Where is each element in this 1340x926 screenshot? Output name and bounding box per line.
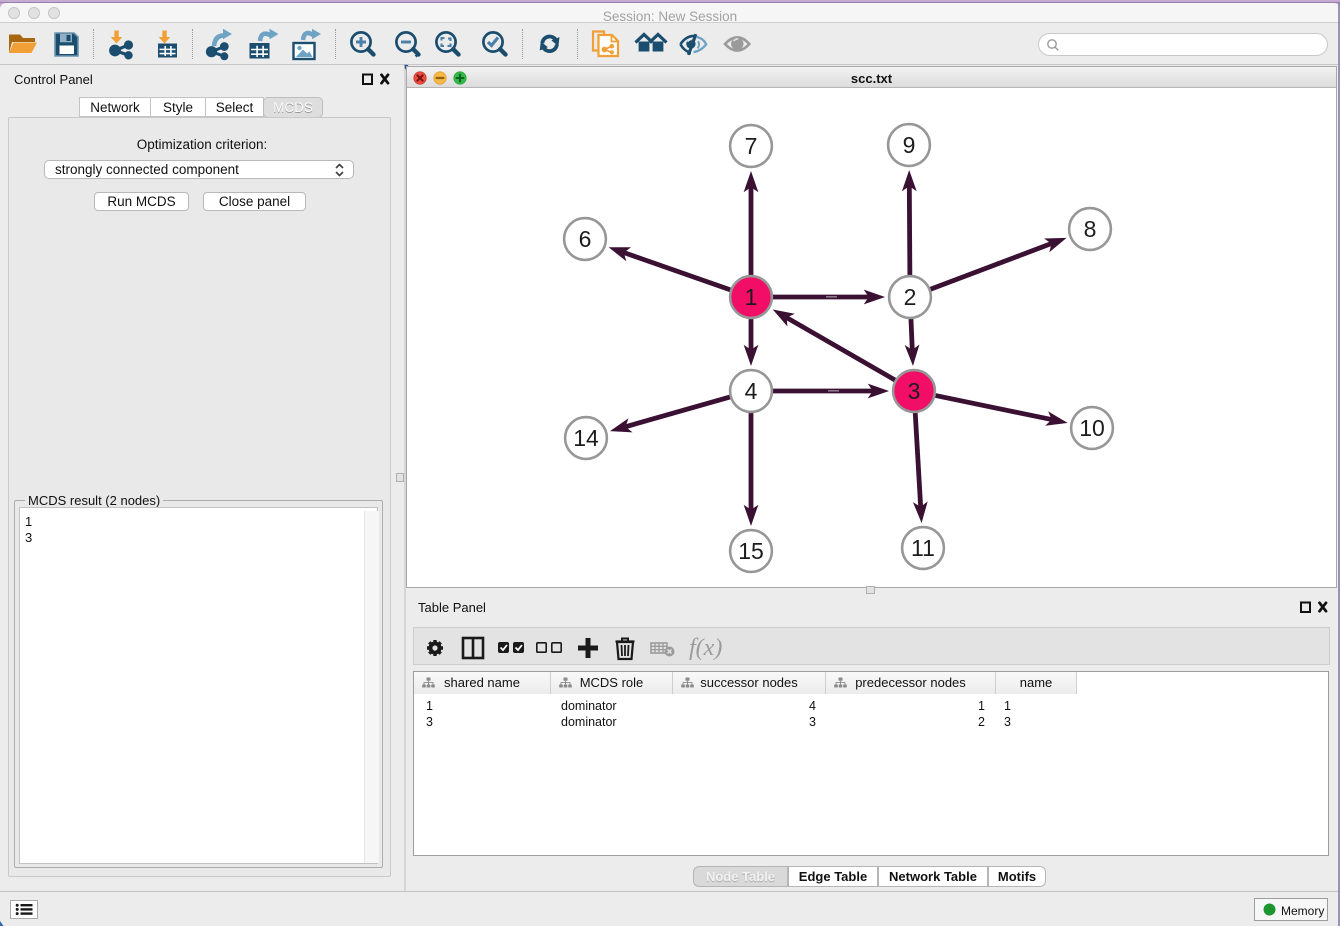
svg-text:1: 1	[745, 284, 758, 310]
svg-text:10: 10	[1079, 415, 1105, 441]
svg-text:8: 8	[1084, 216, 1097, 242]
svg-text:f(x): f(x)	[689, 635, 722, 661]
svg-text:9: 9	[903, 132, 916, 158]
svg-text:11: 11	[911, 535, 935, 561]
svg-text:3: 3	[908, 378, 921, 404]
svg-text:14: 14	[573, 425, 599, 451]
svg-text:15: 15	[738, 538, 764, 564]
svg-text:7: 7	[745, 133, 758, 159]
svg-text:4: 4	[745, 378, 758, 404]
svg-text:6: 6	[579, 226, 592, 252]
svg-text:2: 2	[904, 284, 917, 310]
